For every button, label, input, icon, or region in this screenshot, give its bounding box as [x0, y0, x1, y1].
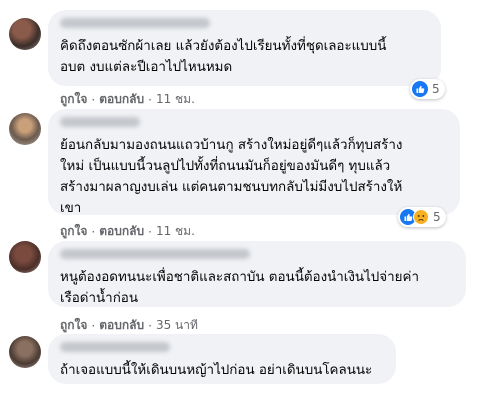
- avatar[interactable]: [9, 113, 41, 145]
- avatar[interactable]: [9, 18, 41, 50]
- separator: ·: [91, 92, 96, 107]
- timestamp[interactable]: 11 ชม.: [156, 90, 195, 109]
- comment-text: หนูต้องอดทนนะเพื่อชาติและสถาบัน ตอนนี้ต้…: [60, 270, 419, 306]
- like-link[interactable]: ถูกใจ: [60, 222, 87, 241]
- comment-bubble: หนูต้องอดทนนะเพื่อชาติและสถาบัน ตอนนี้ต้…: [48, 241, 466, 307]
- sad-reaction-icon: [413, 209, 429, 225]
- commenter-name[interactable]: [60, 342, 170, 352]
- comment-text: ย้อนกลับมามองถนนแถวบ้านกู สร้างใหม่อยู่ด…: [60, 138, 403, 216]
- comment-bubble: คิดถึงตอนซักผ้าเลย แล้วยังต้องไปเรียนทั้…: [48, 10, 441, 86]
- comment-text: ถ้าเจอแบบนี้ให้เดินบนหญ้าไปก่อน อย่าเดิน…: [60, 363, 373, 378]
- separator: ·: [91, 318, 96, 333]
- commenter-name[interactable]: [60, 249, 250, 259]
- reaction-count: 5: [433, 210, 441, 224]
- like-reaction-icon: [412, 81, 428, 97]
- comment-actions: ถูกใจ · ตอบกลับ · 11 ชม.: [60, 90, 195, 109]
- commenter-name[interactable]: [60, 117, 140, 127]
- comment-text: คิดถึงตอนซักผ้าเลย แล้วยังต้องไปเรียนทั้…: [60, 39, 387, 75]
- reply-link[interactable]: ตอบกลับ: [99, 222, 144, 241]
- comment-bubble: ย้อนกลับมามองถนนแถวบ้านกู สร้างใหม่อยู่ด…: [48, 109, 460, 216]
- separator: ·: [148, 318, 152, 333]
- timestamp[interactable]: 35 นาที: [156, 316, 198, 335]
- reaction-summary[interactable]: 5: [410, 79, 445, 99]
- comment-bubble: ถ้าเจอแบบนี้ให้เดินบนหญ้าไปก่อน อย่าเดิน…: [48, 334, 396, 384]
- comment-actions: ถูกใจ · ตอบกลับ · 11 ชม.: [60, 222, 195, 241]
- like-link[interactable]: ถูกใจ: [60, 316, 87, 335]
- separator: ·: [148, 224, 152, 239]
- reaction-summary[interactable]: 5: [398, 207, 446, 227]
- timestamp[interactable]: 11 ชม.: [156, 222, 195, 241]
- avatar[interactable]: [9, 241, 41, 273]
- avatar[interactable]: [9, 336, 41, 368]
- reply-link[interactable]: ตอบกลับ: [99, 316, 144, 335]
- separator: ·: [148, 92, 152, 107]
- commenter-name[interactable]: [60, 18, 210, 28]
- reply-link[interactable]: ตอบกลับ: [99, 90, 144, 109]
- reaction-count: 5: [432, 82, 440, 96]
- separator: ·: [91, 224, 96, 239]
- like-link[interactable]: ถูกใจ: [60, 90, 87, 109]
- comment-actions: ถูกใจ · ตอบกลับ · 35 นาที: [60, 316, 198, 335]
